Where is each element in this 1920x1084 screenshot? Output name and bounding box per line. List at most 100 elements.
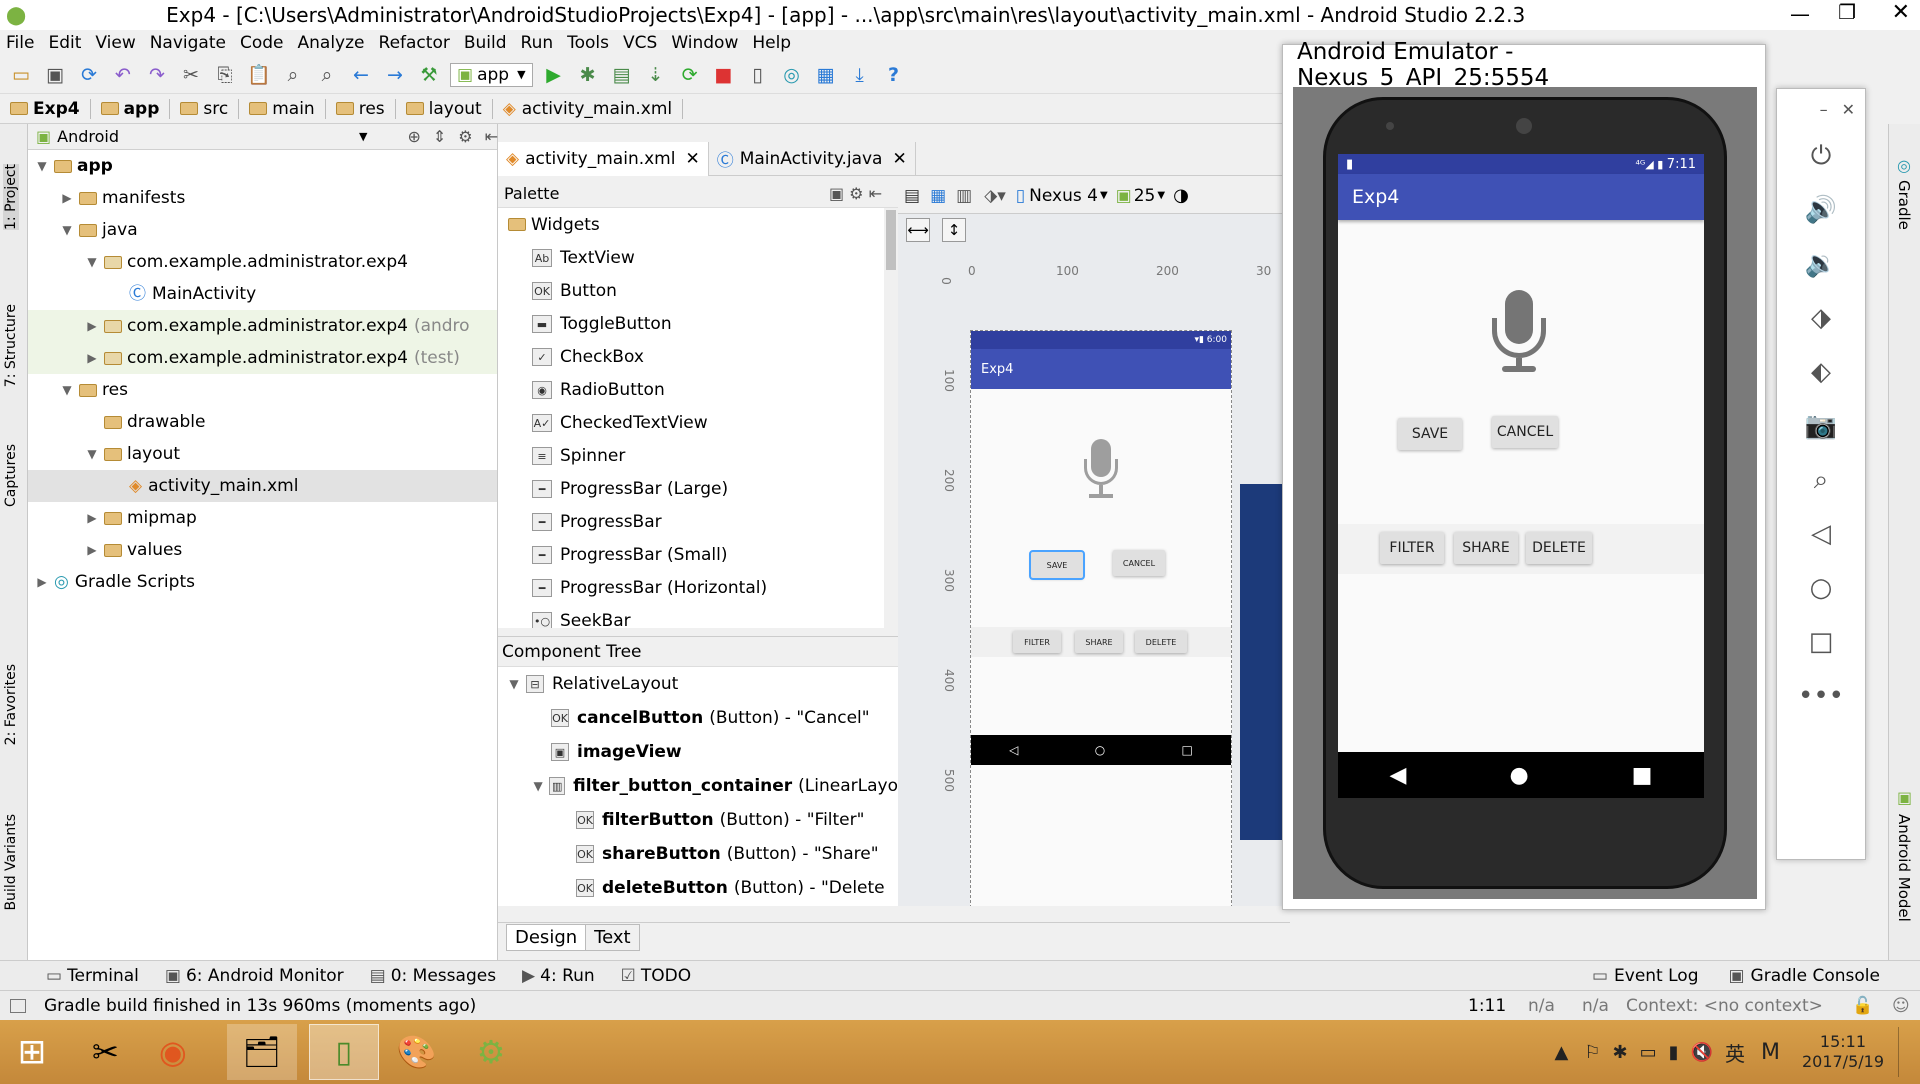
tree-item[interactable]: ▼ res [28,374,497,406]
palette-item[interactable]: ✓ CheckBox [498,340,898,373]
component-tree-item[interactable]: OK filterButton (Button) - "Filter" [498,803,898,837]
component-tree-item[interactable]: ▼ ▥ filter_button_container (LinearLayo [498,769,898,803]
filter-button[interactable]: FILTER [1380,532,1444,564]
tool-window-todo[interactable]: ☑ TODO [621,966,692,986]
power-tray-icon[interactable]: ▭ [1640,1042,1657,1063]
zoom-icon[interactable]: ⌕ [1777,453,1865,507]
tab-structure[interactable]: 7: Structure [3,304,19,387]
tab-project[interactable]: 1: Project [3,164,19,230]
device-select[interactable]: Nexus 4 [1029,186,1098,206]
close-tab-icon[interactable]: ✕ [892,149,906,169]
tool-window-gradle-console[interactable]: ▣ Gradle Console [1728,966,1880,986]
coverage-icon[interactable]: ▤ [609,62,635,88]
tab-text[interactable]: Text [586,924,640,951]
minimize-icon[interactable]: – [1820,100,1828,119]
breadcrumb-item[interactable]: layout [405,98,493,119]
palette-item[interactable]: A✓ CheckedTextView [498,406,898,439]
menu-refactor[interactable]: Refactor [379,33,450,53]
emulator-task-icon[interactable]: ▯ [308,1024,379,1080]
tab-gradle[interactable]: Gradle [1895,180,1913,230]
preview-share-button[interactable]: SHARE [1075,631,1123,653]
palette-item[interactable]: OK Button [498,274,898,307]
palette-item[interactable]: Ab TextView [498,241,898,274]
app-scissors-icon[interactable]: ✂ [92,1033,119,1071]
sdk-manager-icon[interactable]: ⤓ [847,62,873,88]
run-icon[interactable]: ▶ [541,62,567,88]
network-icon[interactable]: ▮ [1669,1042,1679,1063]
debug-icon[interactable]: ✱ [575,62,601,88]
open-folder-icon[interactable]: ▭ [8,62,34,88]
tab-design[interactable]: Design [506,924,587,951]
firefox-icon[interactable]: ◉ [159,1033,187,1071]
close-icon[interactable]: ✕ [1892,0,1910,25]
chevron-down-icon[interactable]: ▼ [61,374,73,406]
clock[interactable]: 15:11 2017/5/19 [1802,1032,1884,1072]
preview-delete-button[interactable]: DELETE [1135,631,1187,653]
tree-item[interactable]: ▼ app [28,150,497,182]
chevron-down-icon[interactable]: ▼ [533,779,543,793]
expand-vertical-icon[interactable]: ↕ [942,218,966,242]
save-button[interactable]: SAVE [1398,418,1462,450]
tab-captures[interactable]: Captures [3,444,19,507]
component-tree-item[interactable]: ▣ imageView [498,735,898,769]
tab-android-model[interactable]: Android Model [1895,814,1913,922]
tool-window-run[interactable]: ▶ 4: Run [522,966,595,986]
replace-icon[interactable]: ⌕ [314,62,340,88]
preview-filter-container[interactable]: FILTER SHARE DELETE [971,627,1231,657]
save-all-icon[interactable]: ▣ [42,62,68,88]
gear-icon[interactable]: ⚙ [458,127,472,146]
palette-group[interactable]: Widgets [508,208,898,241]
expand-horizontal-icon[interactable]: ⟷ [906,218,930,242]
menu-analyze[interactable]: Analyze [298,33,365,53]
share-button[interactable]: SHARE [1454,532,1518,564]
breadcrumb-item[interactable]: Exp4 [10,98,91,119]
undo-icon[interactable]: ↶ [110,62,136,88]
palette-item[interactable]: ━ ProgressBar (Large) [498,472,898,505]
chevron-down-icon[interactable]: ▼ [61,214,73,246]
palette-item[interactable]: ◉ RadioButton [498,373,898,406]
palette-item[interactable]: ≡ Spinner [498,439,898,472]
tool-window-android-monitor[interactable]: ▣ 6: Android Monitor [165,966,344,986]
chevron-down-icon[interactable]: ▼ [1100,190,1108,201]
back-icon[interactable]: ← [348,62,374,88]
api-level-select[interactable]: 25 [1134,186,1156,206]
chevron-right-icon[interactable]: ▶ [61,182,73,214]
breadcrumb-item[interactable]: src [180,98,240,119]
preview-cancel-button[interactable]: CANCEL [1113,550,1165,576]
chevron-down-icon[interactable]: ▼ [1157,190,1165,201]
ime-mode-icon[interactable]: M [1761,1040,1780,1065]
caret-position[interactable]: 1:11 [1468,996,1506,1016]
volume-icon[interactable]: 🔇 [1691,1042,1713,1063]
menu-file[interactable]: File [6,33,34,53]
chevron-down-icon[interactable]: ▼ [86,246,98,278]
palette-item[interactable]: ━ ProgressBar (Horizontal) [498,571,898,604]
component-tree-item[interactable]: OK deleteButton (Button) - "Delete [498,871,898,905]
tree-item[interactable]: ▼ java [28,214,497,246]
collapse-icon[interactable]: ⇕ [433,127,446,146]
chevron-down-icon[interactable]: ▼ [36,150,48,182]
volume-down-icon[interactable]: 🔉 [1777,237,1865,291]
palette-item[interactable]: ▬ ToggleButton [498,307,898,340]
flag-icon[interactable]: ⚐ [1584,1042,1600,1063]
chevron-down-icon[interactable]: ▼ [508,677,520,691]
palette-settings-icon[interactable]: ▣ ⚙ ⇤ [829,184,882,203]
tool-window-messages[interactable]: ▤ 0: Messages [370,966,496,986]
chevron-down-icon[interactable]: ▼ [359,130,367,143]
tab-activity-main[interactable]: ◈ activity_main.xml ✕ [498,141,709,176]
menu-view[interactable]: View [95,33,135,53]
emulator-screen[interactable]: ▮ ⁴ᴳ◢ ▮ 7:11 Exp4 SAVE CANCEL FILTER SHA… [1338,154,1704,798]
tree-item[interactable]: ▶ manifests [28,182,497,214]
microphone-icon[interactable] [1081,439,1121,509]
palette-item[interactable]: ━ ProgressBar (Small) [498,538,898,571]
attach-debugger-icon[interactable]: ⇣ [643,62,669,88]
back-icon[interactable]: ◁ [1777,507,1865,561]
tab-build-variants[interactable]: Build Variants [3,814,19,911]
tool-window-event-log[interactable]: ▭ Event Log [1592,966,1699,986]
preview-filter-button[interactable]: FILTER [1013,631,1061,653]
tree-item[interactable]: ◈ activity_main.xml [28,470,497,502]
chevron-right-icon[interactable]: ▶ [86,342,98,374]
both-view-icon[interactable]: ▥ [956,186,972,206]
ime-indicator[interactable]: 英 [1725,1038,1745,1067]
menu-code[interactable]: Code [240,33,284,53]
cut-icon[interactable]: ✂ [178,62,204,88]
